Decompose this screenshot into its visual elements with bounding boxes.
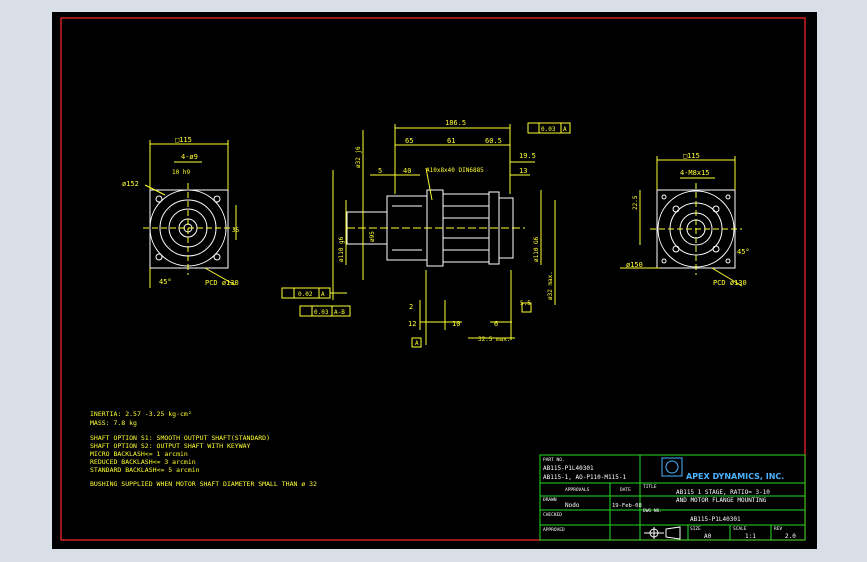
- part-no-1: AB115-P1L40301: [543, 465, 594, 472]
- right-25-dim: 22.5: [632, 195, 639, 210]
- notes: INERTIA: 2.57 -3.25 kg·cm² MASS: 7.8 kg …: [90, 410, 317, 488]
- right-holes-dim: 4-M8x15: [680, 169, 710, 177]
- dim-10: 10: [452, 320, 460, 328]
- dim-5: 5: [378, 167, 382, 175]
- dim-12: 12: [408, 320, 416, 328]
- dim-main-dia: ø110 g6: [338, 236, 345, 262]
- scale-label: SCALE: [733, 526, 747, 532]
- size-value: A0: [704, 533, 712, 540]
- cad-drawing: □115 4-ø9 10 h9 ø152 45° PCD ø130 35 186…: [60, 17, 806, 541]
- dim-65: 65: [405, 137, 413, 145]
- drawn-by: Nodo: [565, 502, 580, 509]
- tol-top-value: 0.03: [541, 126, 556, 133]
- tol-top-datum: A: [563, 126, 567, 133]
- key-callout: A10x8x40 DIN6885: [426, 167, 484, 174]
- drawn-date: 19-Feb-08: [612, 503, 642, 509]
- left-square-dim: □115: [175, 136, 192, 144]
- dwg-number: AB115-P1L40301: [690, 516, 741, 523]
- dim-32-5: 32.5 max.: [478, 336, 511, 343]
- dim-40: 40: [403, 167, 411, 175]
- dim-shaft-dia: ø32 j6: [355, 146, 362, 168]
- date-label: DATE: [620, 487, 631, 493]
- drawn-label: DRAWN: [543, 497, 557, 503]
- dim-13: 13: [519, 167, 527, 175]
- title-label: TITLE: [643, 484, 657, 490]
- part-no-2: AB115-1, AO-P110-M115-1: [543, 474, 626, 481]
- company-name: APEX DYNAMICS, INC.: [686, 472, 784, 481]
- note-bushing: BUSHING SUPPLIED WHEN MOTOR SHAFT DIAMET…: [90, 480, 317, 488]
- tol-runout-value: 0.03: [314, 309, 329, 316]
- right-square-dim: □115: [683, 152, 700, 160]
- dim-60-5: 60.5: [485, 137, 502, 145]
- note-shaft-s1: SHAFT OPTION S1: SMOOTH OUTPUT SHAFT(STA…: [90, 434, 270, 442]
- right-45-dim: 45°: [737, 248, 750, 256]
- left-angle-dim: 45°: [159, 278, 172, 286]
- note-mass: MASS: 7.8 kg: [90, 419, 137, 427]
- dim-motor-dia: ø110 G6: [533, 236, 540, 262]
- left-35-dim: 35: [232, 227, 240, 234]
- left-end-view: [143, 140, 237, 288]
- dim-19-5: 19.5: [519, 152, 536, 160]
- note-micro: MICRO BACKLASH<= 1 arcmin: [90, 450, 188, 458]
- tol-perp-value: 0.02: [298, 291, 313, 298]
- right-dia-dim: ø150: [626, 261, 643, 269]
- dwg-label: DWG NO.: [643, 508, 662, 514]
- note-inertia: INERTIA: 2.57 -3.25 kg·cm²: [90, 410, 192, 418]
- rev-value: 2.0: [785, 533, 796, 540]
- note-standard: STANDARD BACKLASH<= 5 arcmin: [90, 466, 200, 474]
- left-dia-dim: ø152: [122, 180, 139, 188]
- size-label: SIZE: [690, 526, 701, 532]
- left-holes-dim: 4-ø9: [181, 153, 198, 161]
- company-logo: [661, 457, 683, 477]
- rev-label: REV: [774, 526, 782, 532]
- dim-61: 61: [447, 137, 455, 145]
- dim-5-5: 5.5: [520, 300, 531, 307]
- tol-runout-datum: A-B: [334, 309, 345, 316]
- datum-a-marker: A: [415, 340, 419, 347]
- right-pcd-dim: PCD ø130: [713, 279, 747, 287]
- approvals-label: APPROVALS: [565, 487, 590, 493]
- dim-6: 6: [494, 320, 498, 328]
- tol-perp-datum: A: [321, 291, 325, 298]
- dim-95-dia: ø95: [369, 231, 376, 242]
- dim-max-dia: ø32 max.: [547, 271, 554, 300]
- left-fit-dim: 10 h9: [172, 169, 190, 176]
- note-shaft-s2: SHAFT OPTION S2: OUTPUT SHAFT WITH KEYWA…: [90, 442, 251, 450]
- dim-2: 2: [409, 303, 413, 311]
- title-line-2: AND MOTOR FLANGE MOUNTING: [676, 497, 767, 504]
- projection-symbol-icon: [644, 526, 681, 540]
- note-reduced: REDUCED BACKLASH<= 3 arcmin: [90, 458, 196, 466]
- left-pcd-dim: PCD ø130: [205, 279, 239, 287]
- title-line-1: AB115 1 STAGE, RATIO= 3-10: [676, 489, 770, 496]
- checked-label: CHECKED: [543, 512, 562, 518]
- scale-value: 1:1: [745, 533, 756, 540]
- approved-label: APPROVED: [543, 527, 565, 533]
- part-no-label: PART NO.: [543, 457, 565, 463]
- dim-overall: 186.5: [445, 119, 466, 127]
